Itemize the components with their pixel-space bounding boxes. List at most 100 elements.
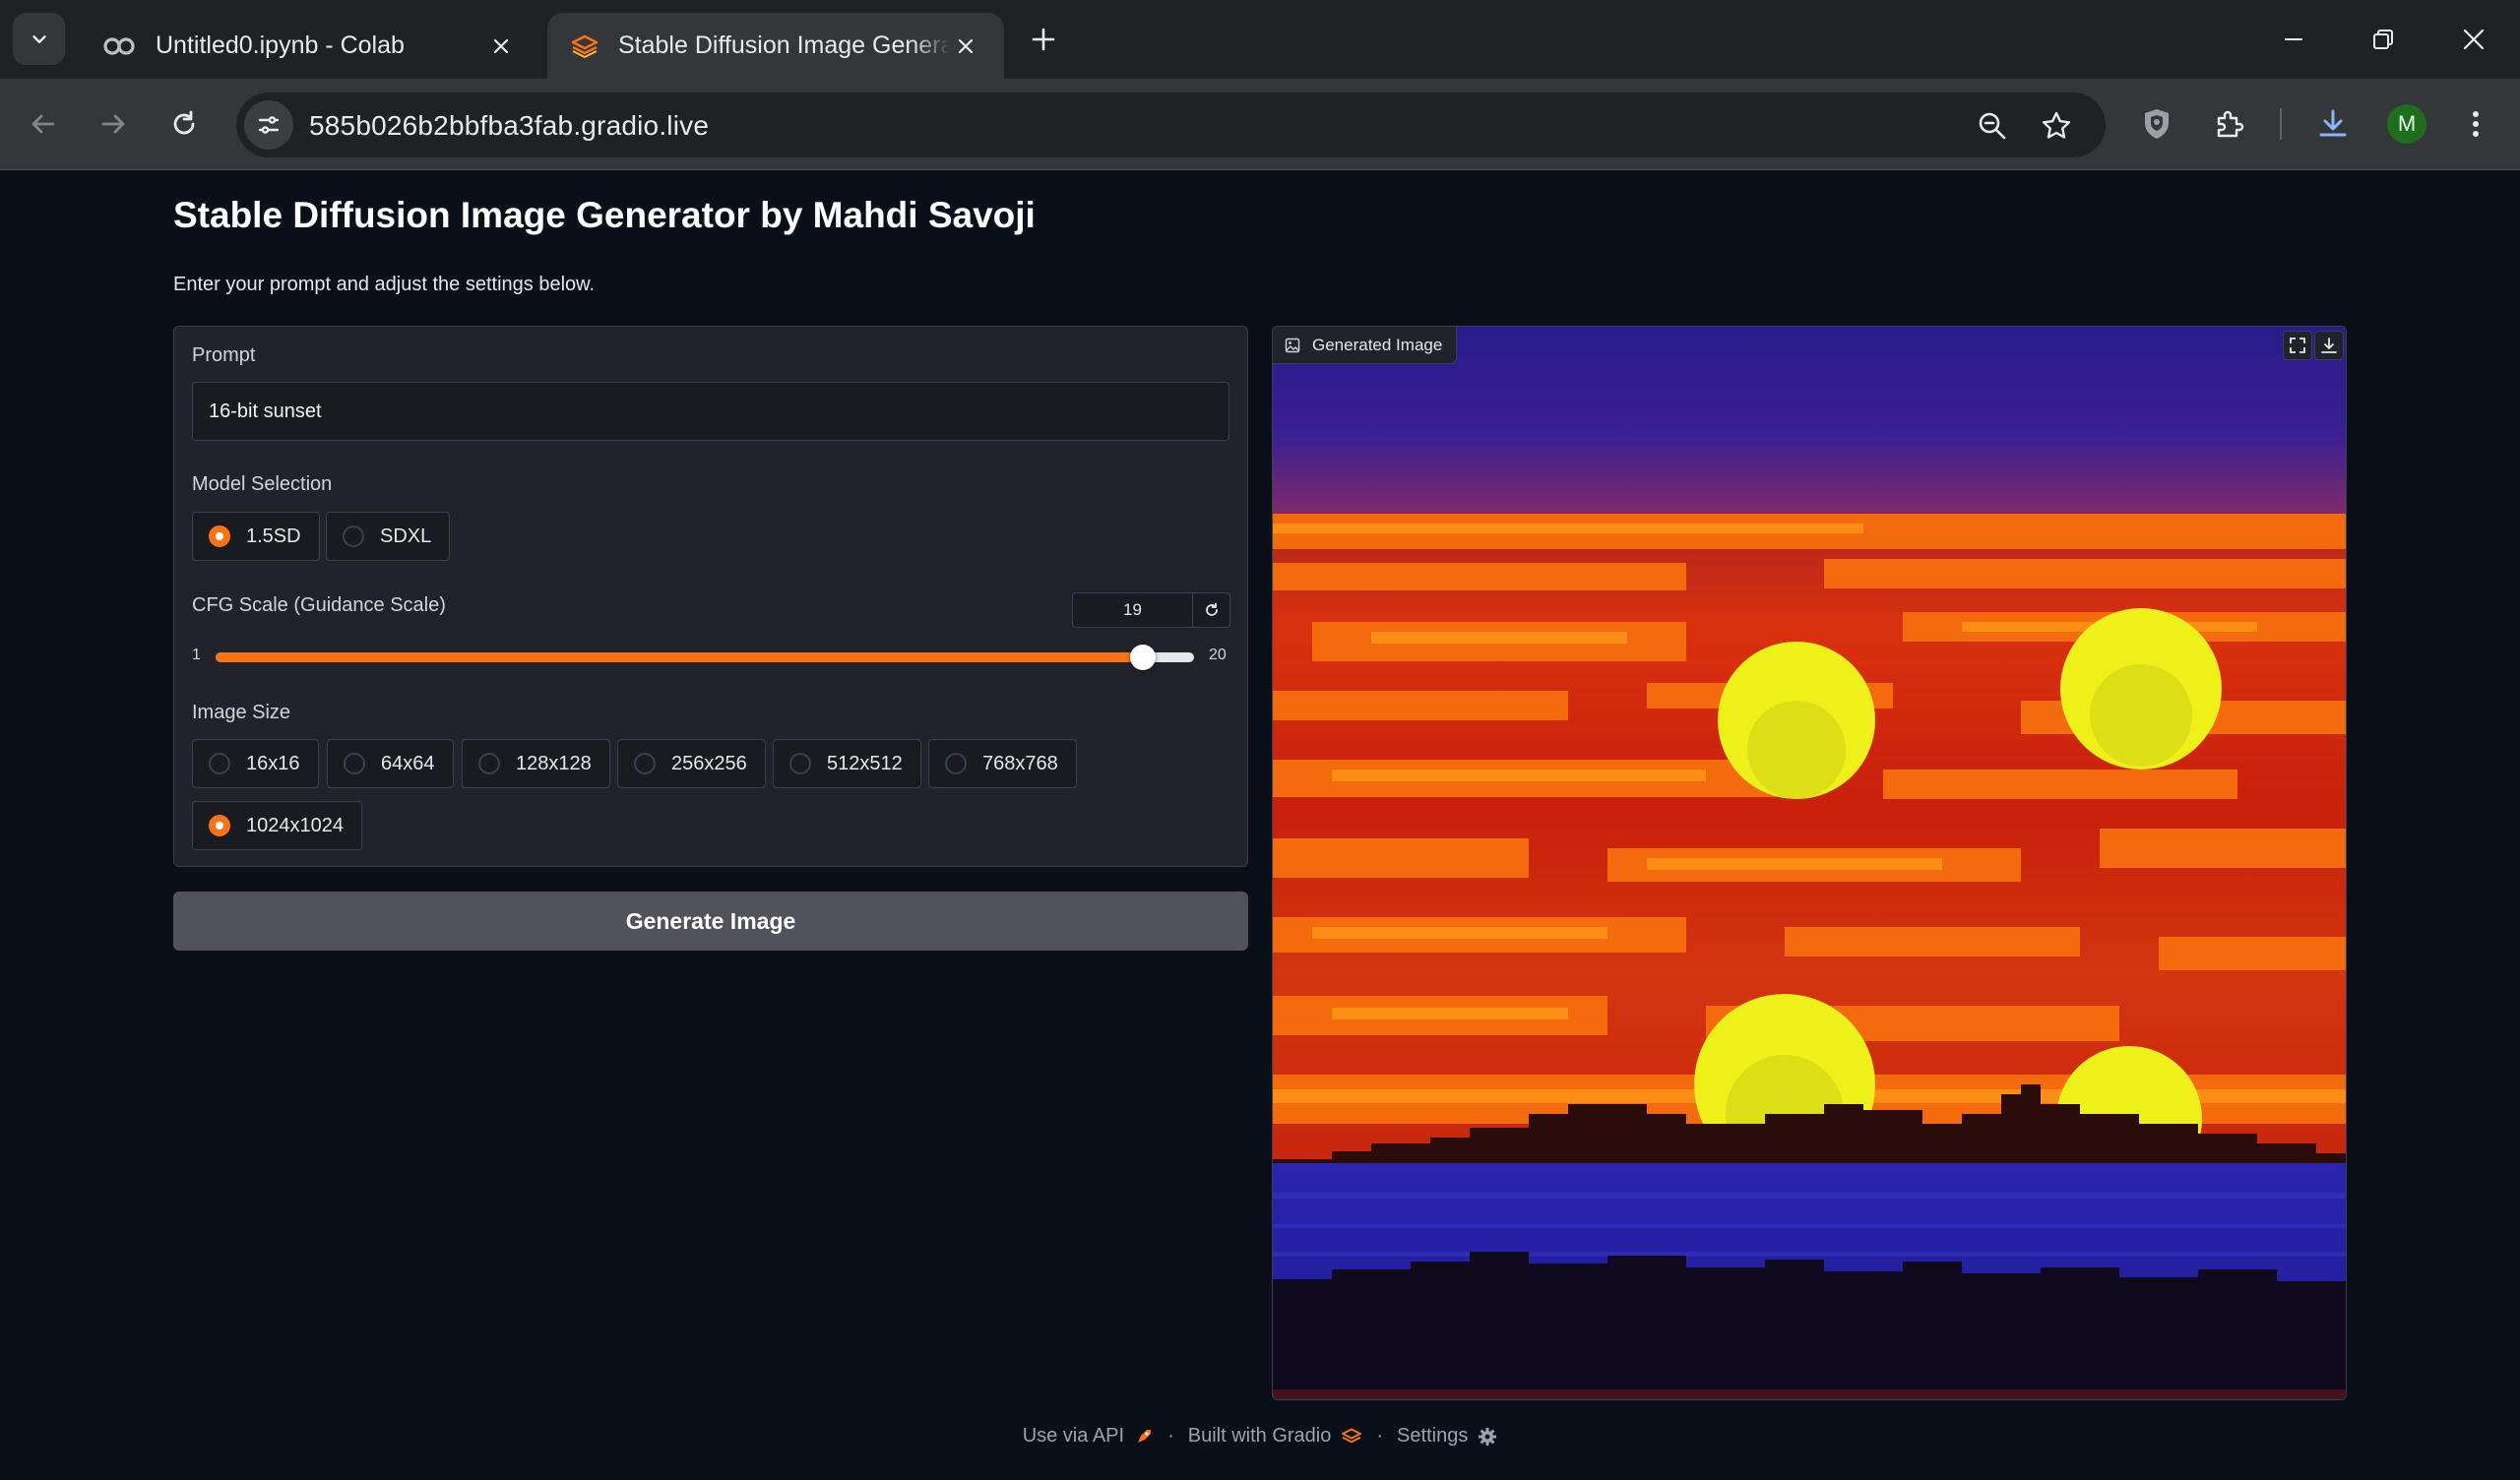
radio-unselected-icon: [634, 753, 656, 774]
menu-button[interactable]: [2453, 101, 2498, 147]
tab-title: Stable Diffusion Image Generator by Mahd…: [618, 31, 951, 59]
address-bar[interactable]: 585b026b2bbfba3fab.gradio.live: [236, 92, 2106, 157]
radio-label: 128x128: [516, 752, 592, 774]
generate-image-button[interactable]: Generate Image: [173, 892, 1248, 951]
close-tab-icon[interactable]: [951, 31, 980, 61]
cfg-max-label: 20: [1209, 647, 1227, 663]
size-option-512x512[interactable]: 512x512: [773, 739, 921, 788]
gradio-logo-icon: [1342, 1428, 1362, 1443]
radio-unselected-icon: [343, 525, 364, 547]
close-tab-icon[interactable]: [486, 31, 516, 61]
settings-link[interactable]: Settings: [1397, 1425, 1497, 1448]
extensions-button[interactable]: [2206, 101, 2251, 147]
minimize-button[interactable]: [2264, 14, 2323, 65]
gradio-icon: [571, 34, 598, 58]
forward-button[interactable]: [90, 100, 137, 148]
tab-bar: Untitled0.ipynb - Colab Stable Diffusion…: [0, 0, 2520, 79]
fullscreen-button[interactable]: [2283, 331, 2312, 360]
toolbar-divider: [2280, 108, 2282, 140]
footer-separator: ·: [1376, 1425, 1384, 1447]
built-with-gradio-link[interactable]: Built with Gradio: [1188, 1425, 1363, 1448]
model-option-sdxl[interactable]: SDXL: [326, 512, 451, 561]
slider-fill: [216, 652, 1143, 662]
shield-icon: [2145, 109, 2169, 139]
download-image-button[interactable]: [2314, 331, 2344, 360]
arrow-left-icon: [32, 114, 55, 134]
reload-button[interactable]: [160, 100, 208, 148]
settings-label: Settings: [1397, 1425, 1469, 1447]
size-option-1024x1024[interactable]: 1024x1024: [192, 801, 362, 850]
generated-image-label: Generated Image: [1273, 327, 1458, 364]
more-vert-icon: [2473, 111, 2479, 137]
tab-gradio[interactable]: Stable Diffusion Image Generator by Mahd…: [547, 13, 1004, 79]
bookmark-button[interactable]: [2037, 106, 2076, 146]
cfg-scale-slider[interactable]: [216, 645, 1194, 670]
tab-title: Untitled0.ipynb - Colab: [156, 31, 405, 59]
zoom-button[interactable]: [1973, 106, 2012, 146]
model-selection-label: Model Selection: [192, 473, 333, 495]
chevron-down-icon: [32, 34, 46, 43]
radio-selected-icon: [209, 525, 230, 547]
tab-search-button[interactable]: [13, 13, 65, 65]
zoom-out-icon: [1979, 112, 2006, 140]
radio-label: SDXL: [380, 524, 432, 547]
profile-avatar[interactable]: M: [2387, 104, 2426, 144]
extension-shield-button[interactable]: [2134, 101, 2179, 147]
site-info-button[interactable]: [244, 100, 293, 150]
download-icon: [2321, 338, 2337, 353]
gear-icon: [1479, 1427, 1497, 1446]
puzzle-icon: [2217, 110, 2244, 138]
reload-icon: [173, 110, 195, 135]
radio-selected-icon: [209, 815, 230, 836]
arrow-right-icon: [101, 114, 125, 134]
image-size-label: Image Size: [192, 702, 291, 723]
radio-label: 16x16: [246, 752, 300, 774]
radio-label: 1.5SD: [246, 524, 301, 547]
prompt-value: 16-bit sunset: [209, 401, 322, 422]
plus-icon: [1032, 28, 1055, 51]
new-tab-button[interactable]: [1024, 20, 1063, 59]
back-button[interactable]: [20, 100, 67, 148]
radio-label: 64x64: [381, 752, 435, 774]
radio-unselected-icon: [945, 753, 967, 774]
image-icon: [1285, 338, 1300, 352]
size-option-16x16[interactable]: 16x16: [192, 739, 319, 788]
prompt-input[interactable]: 16-bit sunset: [192, 382, 1229, 441]
radio-unselected-icon: [344, 753, 365, 774]
close-window-button[interactable]: [2444, 14, 2503, 65]
cfg-reset-button[interactable]: [1193, 592, 1230, 628]
footer-separator: ·: [1167, 1425, 1174, 1447]
radio-unselected-icon: [209, 753, 230, 774]
size-option-768x768[interactable]: 768x768: [928, 739, 1077, 788]
radio-label: 256x256: [671, 752, 747, 774]
downloads-button[interactable]: [2310, 101, 2356, 147]
cfg-scale-number-input[interactable]: 19: [1072, 592, 1193, 628]
radio-unselected-icon: [478, 753, 500, 774]
size-option-128x128[interactable]: 128x128: [462, 739, 610, 788]
radio-label: 512x512: [827, 752, 903, 774]
generated-image-label-text: Generated Image: [1312, 335, 1443, 354]
cfg-scale-label: CFG Scale (Guidance Scale): [192, 594, 446, 616]
reset-icon: [1205, 602, 1218, 616]
radio-label: 768x768: [982, 752, 1058, 774]
slider-thumb[interactable]: [1129, 645, 1156, 670]
download-icon: [2319, 109, 2347, 137]
url-text[interactable]: 585b026b2bbfba3fab.gradio.live: [309, 110, 709, 142]
settings-panel: Prompt 16-bit sunset Model Selection 1.5…: [173, 326, 1248, 867]
minimize-icon: [2285, 38, 2302, 40]
tune-icon: [258, 116, 280, 134]
restore-icon: [2373, 30, 2393, 49]
restore-button[interactable]: [2354, 14, 2413, 65]
star-icon: [2042, 111, 2071, 139]
size-option-256x256[interactable]: 256x256: [617, 739, 766, 788]
tab-colab[interactable]: Untitled0.ipynb - Colab: [79, 13, 539, 79]
built-with-gradio-label: Built with Gradio: [1187, 1425, 1332, 1447]
model-option-1-5sd[interactable]: 1.5SD: [192, 512, 320, 561]
generated-image-panel: Generated Image: [1272, 326, 2347, 1400]
prompt-label: Prompt: [192, 344, 256, 366]
close-icon: [2463, 29, 2485, 50]
size-option-64x64[interactable]: 64x64: [327, 739, 454, 788]
use-via-api-link[interactable]: Use via API: [1023, 1425, 1154, 1448]
page-description: Enter your prompt and adjust the setting…: [173, 274, 596, 295]
generated-image: [1273, 327, 2346, 1399]
